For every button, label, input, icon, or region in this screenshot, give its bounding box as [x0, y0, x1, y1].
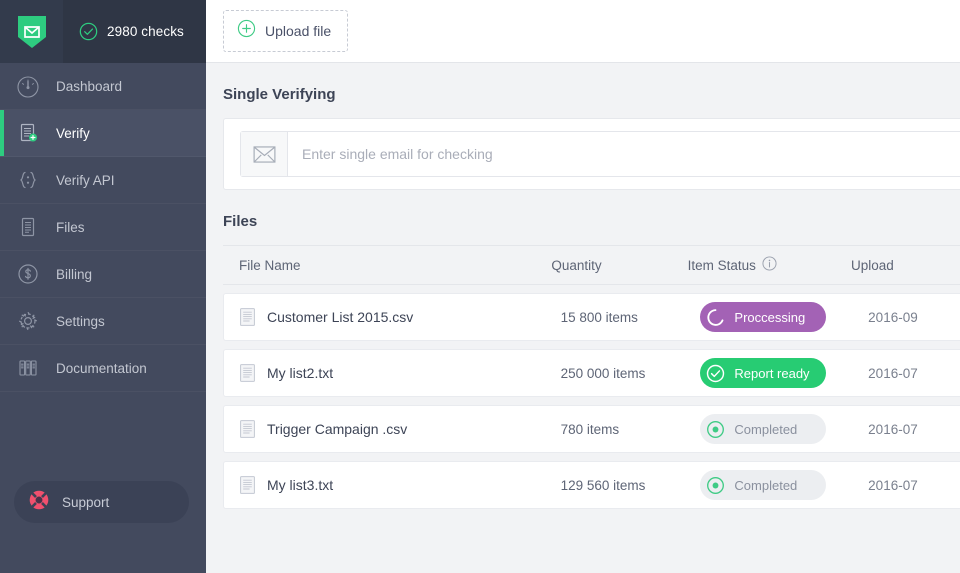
sidebar-nav: Dashboard Verify — [0, 63, 206, 392]
cell-item-status: Completed — [700, 470, 868, 500]
sidebar-item-files[interactable]: Files — [0, 204, 206, 251]
sidebar-item-label: Dashboard — [56, 79, 122, 94]
file-plus-icon — [13, 118, 43, 148]
files-table-header: File Name Quantity Item Status Upload — [223, 245, 960, 285]
cell-file-name: Customer List 2015.csv — [224, 308, 561, 326]
column-header-upload-date: Upload — [851, 258, 960, 273]
sidebar-item-label: Files — [56, 220, 85, 235]
envelope-icon — [241, 132, 288, 176]
cell-upload-date: 2016-07 — [868, 366, 960, 381]
status-badge-label: Report ready — [734, 366, 809, 381]
cell-quantity: 129 560 items — [561, 478, 701, 493]
cell-file-name: My list3.txt — [224, 476, 561, 494]
checks-label: 2980 checks — [107, 24, 184, 39]
cell-quantity: 250 000 items — [561, 366, 701, 381]
status-badge-icon — [700, 414, 730, 444]
table-row[interactable]: My list2.txt 250 000 items Report ready … — [223, 349, 960, 397]
support-button[interactable]: Support — [14, 481, 189, 523]
status-badge: Proccessing — [700, 302, 826, 332]
single-verifying-panel — [223, 118, 960, 190]
column-header-file-name: File Name — [223, 258, 551, 273]
single-email-input[interactable] — [288, 132, 960, 176]
upload-file-button[interactable]: Upload file — [223, 10, 348, 52]
status-badge-icon — [700, 358, 730, 388]
dollar-circle-icon — [13, 259, 43, 289]
files-title: Files — [206, 190, 960, 245]
cell-upload-date: 2016-07 — [868, 478, 960, 493]
sidebar-item-verify[interactable]: Verify — [0, 110, 206, 157]
cell-item-status: Completed — [700, 414, 868, 444]
status-badge: Report ready — [700, 358, 826, 388]
cell-upload-date: 2016-09 — [868, 310, 960, 325]
sidebar-header: 2980 checks — [0, 0, 206, 63]
cell-item-status: Report ready — [700, 358, 868, 388]
checks-counter: 2980 checks — [63, 22, 184, 41]
status-badge: Completed — [700, 470, 826, 500]
cell-file-name: My list2.txt — [224, 364, 561, 382]
status-badge-label: Proccessing — [734, 310, 805, 325]
books-icon — [13, 353, 43, 383]
cell-file-name: Trigger Campaign .csv — [224, 420, 561, 438]
main-content: Upload file Single Verifying Files File … — [206, 0, 960, 573]
file-name-label: My list3.txt — [267, 477, 333, 493]
lifebuoy-icon — [28, 489, 50, 516]
status-badge-icon — [700, 470, 730, 500]
column-header-quantity: Quantity — [551, 258, 687, 273]
topbar: Upload file — [206, 0, 960, 63]
status-badge: Completed — [700, 414, 826, 444]
file-name-label: Trigger Campaign .csv — [267, 421, 407, 437]
cell-quantity: 15 800 items — [561, 310, 701, 325]
sidebar: 2980 checks Dashboard — [0, 0, 206, 573]
sidebar-item-billing[interactable]: Billing — [0, 251, 206, 298]
table-row[interactable]: My list3.txt 129 560 items Completed 201… — [223, 461, 960, 509]
support-label: Support — [62, 495, 109, 510]
file-icon — [240, 420, 255, 438]
file-name-label: My list2.txt — [267, 365, 333, 381]
sidebar-item-verify-api[interactable]: Verify API — [0, 157, 206, 204]
file-lines-icon — [13, 212, 43, 242]
file-icon — [240, 476, 255, 494]
cell-quantity: 780 items — [561, 422, 701, 437]
code-braces-icon — [13, 165, 43, 195]
file-icon — [240, 364, 255, 382]
status-badge-label: Completed — [734, 422, 797, 437]
app-root: 2980 checks Dashboard — [0, 0, 960, 573]
cell-upload-date: 2016-07 — [868, 422, 960, 437]
cell-item-status: Proccessing — [700, 302, 868, 332]
sidebar-item-settings[interactable]: Settings — [0, 298, 206, 345]
speedometer-icon — [13, 72, 43, 102]
sidebar-item-label: Verify — [56, 126, 90, 141]
single-email-field[interactable] — [240, 131, 960, 177]
support-area: Support — [14, 481, 189, 523]
column-header-item-status: Item Status — [688, 256, 851, 274]
table-row[interactable]: Trigger Campaign .csv 780 items Complete… — [223, 405, 960, 453]
sidebar-item-label: Billing — [56, 267, 92, 282]
gear-icon — [13, 306, 43, 336]
check-circle-icon — [79, 22, 98, 41]
single-verifying-title: Single Verifying — [206, 63, 960, 118]
file-name-label: Customer List 2015.csv — [267, 309, 413, 325]
sidebar-item-dashboard[interactable]: Dashboard — [0, 63, 206, 110]
column-header-item-status-label: Item Status — [688, 258, 756, 273]
upload-file-label: Upload file — [265, 23, 331, 39]
shield-envelope-logo — [17, 15, 47, 49]
status-badge-icon — [700, 302, 730, 332]
status-badge-label: Completed — [734, 478, 797, 493]
sidebar-item-documentation[interactable]: Documentation — [0, 345, 206, 392]
sidebar-item-label: Documentation — [56, 361, 147, 376]
file-icon — [240, 308, 255, 326]
plus-circle-icon — [237, 19, 256, 43]
sidebar-item-label: Verify API — [56, 173, 115, 188]
app-logo[interactable] — [0, 0, 63, 63]
table-row[interactable]: Customer List 2015.csv 15 800 items Proc… — [223, 293, 960, 341]
sidebar-item-label: Settings — [56, 314, 105, 329]
files-table-body: Customer List 2015.csv 15 800 items Proc… — [206, 293, 960, 509]
info-icon[interactable] — [762, 256, 777, 274]
